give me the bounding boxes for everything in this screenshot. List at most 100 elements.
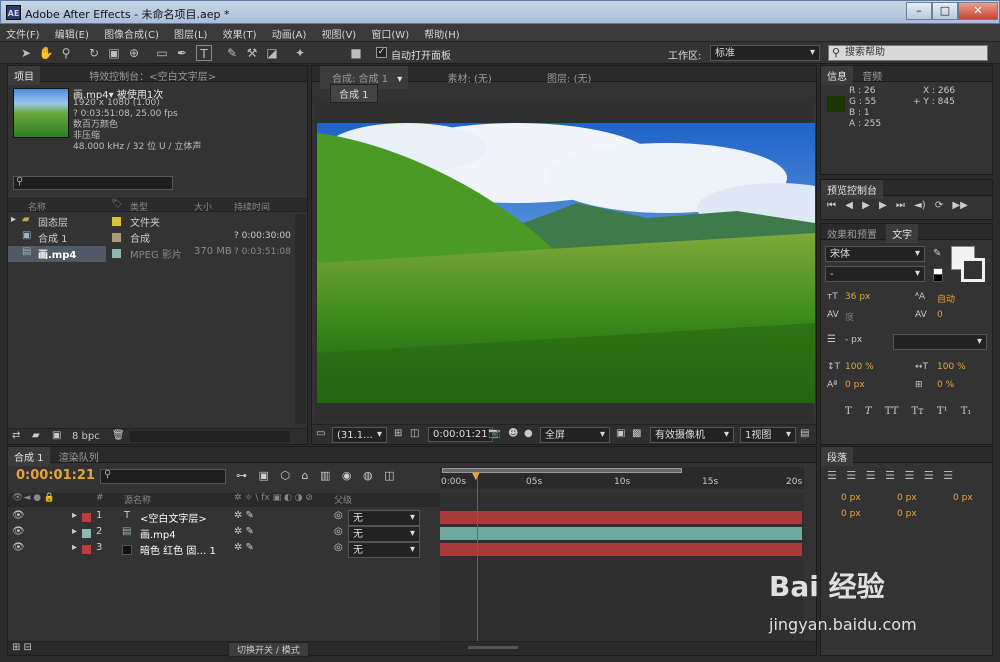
zoom-select[interactable]: (31.1... xyxy=(332,427,387,443)
parent-pickwhip-icon[interactable]: ◎ xyxy=(334,526,343,537)
menu-window[interactable]: 窗口(W) xyxy=(365,24,415,43)
faux-italic-button[interactable]: T xyxy=(865,406,872,417)
menu-edit[interactable]: 编辑(E) xyxy=(49,24,95,43)
last-frame-icon[interactable]: ⏭ xyxy=(896,200,905,211)
project-hscrollbar[interactable] xyxy=(130,431,290,442)
parent-select[interactable]: 无 xyxy=(348,526,420,542)
expand-arrow-icon[interactable]: ▸ xyxy=(72,542,77,553)
tab-paragraph[interactable]: 段落 xyxy=(821,447,853,466)
ram-preview-icon[interactable]: ▶▶ xyxy=(952,200,967,211)
draft-3d-icon[interactable]: ⬡ xyxy=(280,469,290,482)
comp-mini-flowchart-icon[interactable]: ⊶ xyxy=(236,469,247,482)
justify-right-icon[interactable]: ☰ xyxy=(924,469,934,482)
col-size[interactable]: 大小 xyxy=(194,200,212,213)
layer-row[interactable]: 👁 ▸ 2 ▤ 画.mp4 ✲ ✎ ◎ 无 xyxy=(8,526,440,542)
stroke-order-select[interactable] xyxy=(893,334,987,350)
tab-effect-controls[interactable]: 特效控制台：<空白文字层> xyxy=(83,66,222,85)
pan-behind-tool-icon[interactable]: ⊕ xyxy=(126,45,142,61)
parent-select[interactable]: 无 xyxy=(348,510,420,526)
minimize-button[interactable]: – xyxy=(906,2,932,20)
superscript-button[interactable]: T¹ xyxy=(937,406,948,417)
graph-editor-icon[interactable]: ◫ xyxy=(384,469,394,482)
close-button[interactable]: ✕ xyxy=(958,2,998,20)
live-update-icon[interactable]: ▣ xyxy=(259,469,269,482)
playhead[interactable] xyxy=(477,475,478,643)
mask-toggle-icon[interactable]: ◫ xyxy=(410,428,419,439)
kerning-value[interactable]: 度 xyxy=(845,310,854,323)
always-preview-icon[interactable]: ▭ xyxy=(316,428,325,439)
expand-panes-icon[interactable]: ⊞ ⊟ xyxy=(12,642,32,653)
pixel-aspect-icon[interactable]: ▤ xyxy=(800,428,809,439)
col-source-name[interactable]: 源名称 xyxy=(124,493,151,506)
audio-icon[interactable]: ◄) xyxy=(914,200,926,211)
trash-icon[interactable]: 🗑 xyxy=(112,430,125,441)
menu-effect[interactable]: 效果(T) xyxy=(217,24,263,43)
all-caps-button[interactable]: TT xyxy=(885,406,899,417)
tab-project[interactable]: 项目 xyxy=(8,66,40,85)
col-duration[interactable]: 持续时间 xyxy=(234,200,270,213)
label-color[interactable] xyxy=(112,233,121,242)
parent-pickwhip-icon[interactable]: ◎ xyxy=(334,510,343,521)
brainstorm-icon[interactable]: ◍ xyxy=(363,469,373,482)
text-tool-icon[interactable]: T xyxy=(196,45,212,61)
font-size-value[interactable]: 36 px xyxy=(845,292,870,302)
loop-icon[interactable]: ⟳ xyxy=(935,200,943,211)
new-folder-icon[interactable]: ▰ xyxy=(32,430,40,441)
project-item-comp[interactable]: ▣ 合成 1 合成 ? 0:00:30:00 xyxy=(8,230,294,246)
expand-arrow-icon[interactable]: ▸ xyxy=(72,510,77,521)
time-ruler[interactable]: 0:00s 05s 10s 15s 20s xyxy=(440,467,804,489)
eyedropper-icon[interactable]: ✎ xyxy=(933,248,941,259)
prev-frame-icon[interactable]: ◀ xyxy=(845,200,853,211)
show-snapshot-icon[interactable]: ☻ xyxy=(508,428,518,439)
label-color[interactable] xyxy=(82,513,91,522)
panel-toggle-icon[interactable]: ■ xyxy=(348,45,364,61)
layer-switches-icon[interactable]: ✲ ✎ xyxy=(234,542,254,553)
menu-view[interactable]: 视图(V) xyxy=(316,24,363,43)
layer-switches-icon[interactable]: ✲ ✎ xyxy=(234,526,254,537)
project-scrollbar[interactable] xyxy=(295,214,306,424)
faux-bold-button[interactable]: T xyxy=(845,406,852,417)
shy-icon[interactable]: ⌂ xyxy=(302,469,309,482)
layer-name[interactable]: 暗色 红色 固… 1 xyxy=(140,542,216,557)
stroke-width-value[interactable]: - px xyxy=(845,335,862,345)
col-name[interactable]: 名称 xyxy=(28,200,46,213)
space-after-value[interactable]: 0 px xyxy=(897,509,917,519)
menu-file[interactable]: 文件(F) xyxy=(0,24,46,43)
channel-icon[interactable]: ● xyxy=(524,428,533,439)
motion-blur-icon[interactable]: ◉ xyxy=(342,469,352,482)
camera-select[interactable]: 有效摄像机 xyxy=(650,427,734,443)
tab-info[interactable]: 信息 xyxy=(821,66,853,85)
visibility-icon[interactable]: 👁 xyxy=(12,510,25,521)
layer-row[interactable]: 👁 ▸ 3 暗色 红色 固… 1 ✲ ✎ ◎ 无 xyxy=(8,542,440,558)
parent-select[interactable]: 无 xyxy=(348,542,420,558)
font-select[interactable]: 宋体 xyxy=(825,246,925,262)
leading-value[interactable]: 自动 xyxy=(937,292,955,305)
justify-left-icon[interactable]: ☰ xyxy=(885,469,895,482)
comp-timecode[interactable]: 0:00:01:21 xyxy=(428,427,493,442)
label-color[interactable] xyxy=(82,545,91,554)
label-color[interactable] xyxy=(112,249,121,258)
next-frame-icon[interactable]: ▶ xyxy=(879,200,887,211)
clone-stamp-tool-icon[interactable]: ⚒ xyxy=(244,45,260,61)
vertical-scale-value[interactable]: 100 % xyxy=(845,362,874,372)
menu-animation[interactable]: 动画(A) xyxy=(266,24,313,43)
tab-footage[interactable]: 素材: (无) xyxy=(441,68,497,87)
layer-bar[interactable] xyxy=(440,527,802,540)
brush-tool-icon[interactable]: ✎ xyxy=(224,45,240,61)
tsume-value[interactable]: 0 % xyxy=(937,380,954,390)
align-right-icon[interactable]: ☰ xyxy=(866,469,876,482)
tab-effects-presets[interactable]: 效果和预置 xyxy=(821,224,883,243)
safe-zones-icon[interactable]: ⊞ xyxy=(394,428,402,439)
tab-character[interactable]: 文字 xyxy=(886,224,919,243)
expand-arrow-icon[interactable]: ▸ xyxy=(72,526,77,537)
view-layout-select[interactable]: 1视图 xyxy=(740,427,796,443)
play-icon[interactable]: ▶ xyxy=(862,200,870,211)
layer-name[interactable]: <空白文字层> xyxy=(140,510,207,525)
playhead-handle-icon[interactable]: ▼ xyxy=(472,471,480,482)
rectangle-tool-icon[interactable]: ▭ xyxy=(154,45,170,61)
toggle-switches-modes-button[interactable]: 切换开关 / 模式 xyxy=(228,642,309,657)
menu-help[interactable]: 帮助(H) xyxy=(418,24,465,43)
tab-layer[interactable]: 图层: (无) xyxy=(541,68,597,87)
help-search-input[interactable]: 搜索帮助 xyxy=(828,45,988,61)
project-search-input[interactable] xyxy=(13,176,173,190)
